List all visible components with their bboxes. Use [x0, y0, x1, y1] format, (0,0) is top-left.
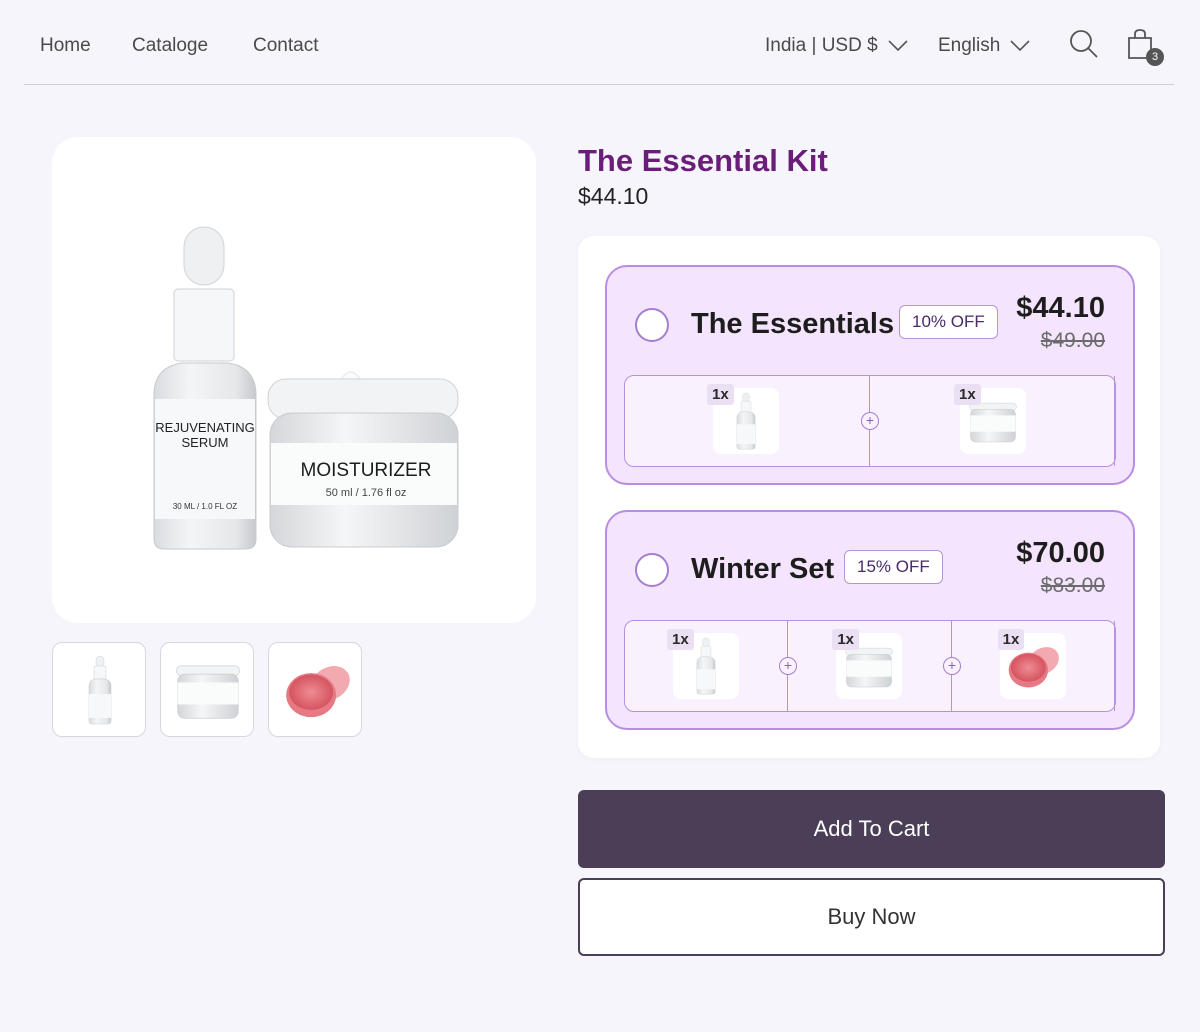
bundle-price: $44.10: [1016, 292, 1105, 324]
product-title: The Essential Kit: [578, 143, 828, 178]
bundle-price: $70.00: [1016, 537, 1105, 569]
bundle-item: 1x: [625, 376, 870, 466]
thumbnail-serum[interactable]: [52, 642, 146, 737]
scrub-thumbnail-image: [286, 659, 355, 718]
serum-label-line-1: REJUVENATING: [155, 420, 254, 435]
plus-icon: +: [779, 657, 797, 675]
bundle-old-price: $83.00: [1040, 574, 1105, 597]
bundle-old-price: $49.00: [1040, 329, 1105, 352]
nav-contact-link[interactable]: Contact: [253, 35, 318, 57]
bundle-option-winter-set[interactable]: Winter Set 15% OFF $70.00 $83.00 1x 1x 1…: [605, 510, 1135, 730]
site-header: Home Cataloge Contact India | USD $ Engl…: [24, 0, 1174, 85]
bundle-item: 1x: [952, 621, 1115, 711]
search-icon: [1070, 30, 1098, 58]
serum-thumbnail-image: [88, 655, 112, 725]
moisturizer-thumbnail-image: [175, 663, 241, 719]
item-quantity: 1x: [667, 629, 694, 650]
bundle-option-essentials[interactable]: The Essentials 10% OFF $44.10 $49.00 1x …: [605, 265, 1135, 485]
item-quantity: 1x: [954, 384, 981, 405]
region-currency-selector[interactable]: India | USD $: [765, 35, 908, 57]
buy-now-button[interactable]: Buy Now: [578, 878, 1165, 956]
thumbnail-moisturizer[interactable]: [160, 642, 254, 737]
cart-count-badge: 3: [1146, 48, 1164, 66]
region-currency-label: India | USD $: [765, 35, 878, 56]
bundle-name: The Essentials: [691, 308, 895, 340]
thumbnail-scrub[interactable]: [268, 642, 362, 737]
item-quantity: 1x: [997, 629, 1025, 650]
item-quantity: 1x: [707, 384, 734, 405]
bundle-items: 1x 1x +: [624, 375, 1116, 467]
language-selector[interactable]: English: [938, 35, 1030, 57]
discount-badge: 15% OFF: [844, 550, 943, 584]
search-button[interactable]: [1068, 28, 1100, 62]
language-label: English: [938, 35, 1001, 56]
bundle-item: 1x: [625, 621, 789, 711]
bundle-item: 1x: [788, 621, 952, 711]
bundle-item: 1x: [870, 376, 1115, 466]
serum-label-line-2: SERUM: [182, 435, 229, 450]
discount-badge: 10% OFF: [899, 305, 998, 339]
chevron-down-icon: [888, 40, 908, 52]
main-product-image[interactable]: REJUVENATING SERUM 30 ML / 1.0 FL OZ MOI…: [52, 137, 536, 623]
item-quantity: 1x: [832, 629, 860, 650]
product-price: $44.10: [578, 183, 649, 209]
cart-button[interactable]: 3: [1126, 28, 1164, 66]
bundle-radio[interactable]: [635, 553, 669, 587]
serum-volume-label: 30 ML / 1.0 FL OZ: [173, 502, 237, 511]
plus-icon: +: [943, 657, 961, 675]
moisturizer-label: MOISTURIZER: [301, 460, 432, 481]
product-photo: REJUVENATING SERUM 30 ML / 1.0 FL OZ MOI…: [153, 226, 459, 550]
moisturizer-volume-label: 50 ml / 1.76 fl oz: [326, 487, 407, 499]
nav-cataloge-link[interactable]: Cataloge: [132, 35, 208, 57]
bundle-items: 1x 1x 1x + +: [624, 620, 1116, 712]
plus-icon: +: [861, 412, 879, 430]
bundle-name: Winter Set: [691, 553, 835, 585]
nav-home-link[interactable]: Home: [40, 35, 91, 57]
chevron-down-icon: [1010, 40, 1030, 52]
add-to-cart-button[interactable]: Add To Cart: [578, 790, 1165, 868]
bundle-radio[interactable]: [635, 308, 669, 342]
